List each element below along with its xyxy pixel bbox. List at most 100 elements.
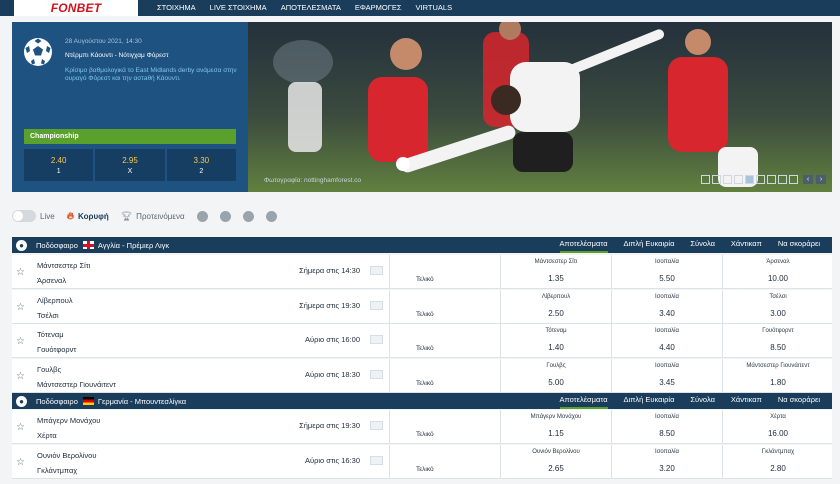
- tab-totals[interactable]: Σύνολα: [682, 237, 723, 253]
- odd-cell-away[interactable]: Γκλάντμπαχ 2.80: [722, 445, 833, 479]
- away-team: Άρσεναλ: [37, 276, 67, 285]
- carousel-dot-active[interactable]: [745, 175, 754, 184]
- tab-totals[interactable]: Σύνολα: [682, 393, 723, 409]
- outcome-name: Ισοπαλία: [655, 328, 679, 334]
- odd-value: 2.95: [122, 155, 138, 165]
- outcome-name: Ουνιόν Βερολίνου: [532, 449, 580, 455]
- nav-item-virtuals[interactable]: VIRTUALS: [409, 0, 460, 16]
- match-row[interactable]: ☆ Τότεναμ Γουότφορντ Αύριο στις 16:00 Τε…: [12, 324, 832, 358]
- tab-results[interactable]: Αποτελέσματα: [552, 237, 616, 253]
- divider: [389, 410, 390, 444]
- odd-cell-away[interactable]: Άρσεναλ 10.00: [722, 255, 833, 289]
- tennis-ball-icon[interactable]: [242, 210, 254, 222]
- hero-odd-away[interactable]: 3.30 2: [166, 149, 236, 181]
- odd-cell-away[interactable]: Τσέλσι 3.00: [722, 290, 833, 324]
- nav-item-apps[interactable]: ΕΦΑΡΜΟΓΕΣ: [348, 0, 409, 16]
- favorite-star-icon[interactable]: ☆: [16, 268, 25, 278]
- odd-cell-draw[interactable]: Ισοπαλία 8.50: [611, 410, 722, 444]
- tab-double-chance[interactable]: Διπλή Ευκαιρία: [616, 237, 683, 253]
- nav-item-results[interactable]: ΑΠΟΤΕΛΕΣΜΑΤΑ: [274, 0, 348, 16]
- odd-cell-draw[interactable]: Ισοπαλία 5.50: [611, 255, 722, 289]
- match-row[interactable]: ☆ Μάντσεστερ Σίτι Άρσεναλ Σήμερα στις 14…: [12, 255, 832, 289]
- carousel-dot[interactable]: [789, 175, 798, 184]
- odd-cell-draw[interactable]: Ισοπαλία 3.45: [611, 359, 722, 393]
- hero-banner[interactable]: 28 Αυγούστου 2021, 14:30 Ντέρμπι Κάουντι…: [12, 22, 832, 192]
- filter-bar: Live 🔥︎ Κορυφή 🏆︎ Προτεινόμενα: [12, 207, 277, 225]
- odd-cell-draw[interactable]: Ισοπαλία 3.20: [611, 445, 722, 479]
- stats-icon[interactable]: [370, 421, 383, 430]
- match-row[interactable]: ☆ Μπάγερν Μονάχου Χέρτα Σήμερα στις 19:3…: [12, 410, 832, 444]
- favorite-star-icon[interactable]: ☆: [16, 423, 25, 433]
- odd-cell-home[interactable]: Μάντσεστερ Σίτι 1.35: [500, 255, 611, 289]
- odd-cell-home[interactable]: Τότεναμ 1.40: [500, 324, 611, 358]
- hero-odds: 2.40 1 2.95 X 3.30 2: [24, 149, 236, 181]
- tab-results[interactable]: Αποτελέσματα: [552, 393, 616, 409]
- stats-icon[interactable]: [370, 335, 383, 344]
- match-time: Αύριο στις 16:30: [304, 456, 360, 465]
- live-toggle[interactable]: [12, 210, 36, 222]
- outcome-odd: 1.80: [770, 378, 786, 387]
- odd-cell-draw[interactable]: Ισοπαλία 3.40: [611, 290, 722, 324]
- featured-filter[interactable]: 🏆︎ Προτεινόμενα: [121, 211, 185, 222]
- favorite-star-icon[interactable]: ☆: [16, 303, 25, 313]
- carousel-prev-icon[interactable]: ‹: [803, 175, 813, 184]
- outcome-odd: 5.00: [548, 378, 564, 387]
- outcome-odd: 10.00: [767, 274, 789, 283]
- stats-icon[interactable]: [370, 266, 383, 275]
- top-navigation-bar: FONBET ΣΤΟΙΧΗΜΑ LIVE ΣΤΟΙΧΗΜΑ ΑΠΟΤΕΛΕΣΜΑ…: [0, 0, 840, 16]
- odd-cell-away[interactable]: Χέρτα 16.00: [722, 410, 833, 444]
- outcome-name: Τσέλσι: [769, 294, 787, 300]
- match-row[interactable]: ☆ Λίβερπουλ Τσέλσι Σήμερα στις 19:30 Τελ…: [12, 290, 832, 324]
- league-sport: Ποδόσφαιρο: [36, 240, 78, 250]
- odd-cell-draw[interactable]: Ισοπαλία 4.40: [611, 324, 722, 358]
- odd-cell-home[interactable]: Γουλβς 5.00: [500, 359, 611, 393]
- odd-cell-away[interactable]: Γουότφορντ 8.50: [722, 324, 833, 358]
- tab-handicap[interactable]: Χάντικαπ: [723, 237, 770, 253]
- match-time: Σήμερα στις 19:30: [299, 421, 360, 430]
- outcome-odd: 1.35: [548, 274, 564, 283]
- fonbet-logo[interactable]: FONBET: [14, 0, 138, 16]
- league-name[interactable]: Αγγλία - Πρέμιερ Λιγκ: [98, 241, 169, 250]
- favorite-star-icon[interactable]: ☆: [16, 372, 25, 382]
- carousel-dot[interactable]: [701, 175, 710, 184]
- carousel-dot[interactable]: [734, 175, 743, 184]
- top-filter[interactable]: 🔥︎ Κορυφή: [67, 211, 109, 222]
- soccer-ball-icon: ●: [16, 239, 27, 251]
- tab-double-chance[interactable]: Διπλή Ευκαιρία: [616, 393, 683, 409]
- hero-odd-draw[interactable]: 2.95 X: [95, 149, 165, 181]
- carousel-next-icon[interactable]: ›: [816, 175, 826, 184]
- hero-match-photo: Φωτογραφία: nottinghamforest.co ‹ ›: [248, 22, 832, 192]
- carousel-dot[interactable]: [767, 175, 776, 184]
- stats-icon[interactable]: [370, 456, 383, 465]
- carousel-dot[interactable]: [778, 175, 787, 184]
- carousel-dot[interactable]: [756, 175, 765, 184]
- nav-item-live-betting[interactable]: LIVE ΣΤΟΙΧΗΜΑ: [203, 0, 274, 16]
- hero-odd-home[interactable]: 2.40 1: [24, 149, 94, 181]
- odd-cell-home[interactable]: Λίβερπουλ 2.50: [500, 290, 611, 324]
- odd-cell-home[interactable]: Ουνιόν Βερολίνου 2.65: [500, 445, 611, 479]
- odd-cell-away[interactable]: Μάντσεστερ Γιουνάιτεντ 1.80: [722, 359, 833, 393]
- nav-item-sports-betting[interactable]: ΣΤΟΙΧΗΜΑ: [150, 0, 203, 16]
- soccer-ball-icon[interactable]: [196, 210, 208, 222]
- basketball-icon[interactable]: [219, 210, 231, 222]
- match-time: Σήμερα στις 19:30: [299, 301, 360, 310]
- tab-handicap[interactable]: Χάντικαπ: [723, 393, 770, 409]
- stats-icon[interactable]: [370, 370, 383, 379]
- tab-to-score[interactable]: Να σκοράρει: [770, 393, 828, 409]
- favorite-star-icon[interactable]: ☆: [16, 458, 25, 468]
- stats-icon[interactable]: [370, 301, 383, 310]
- carousel-dot[interactable]: [723, 175, 732, 184]
- divider: [389, 359, 390, 393]
- match-row[interactable]: ☆ Ουνιόν Βερολίνου Γκλάντμπαχ Αύριο στις…: [12, 445, 832, 479]
- favorite-star-icon[interactable]: ☆: [16, 337, 25, 347]
- trophy-icon: 🏆︎: [120, 210, 133, 221]
- live-filter[interactable]: Live: [12, 210, 55, 222]
- tab-to-score[interactable]: Να σκοράρει: [770, 237, 828, 253]
- match-row[interactable]: ☆ Γουλβς Μάντσεστερ Γιουνάιτεντ Αύριο στ…: [12, 359, 832, 393]
- volleyball-icon[interactable]: [265, 210, 277, 222]
- carousel-dot[interactable]: [712, 175, 721, 184]
- odd-cell-home[interactable]: Μπάγερν Μονάχου 1.15: [500, 410, 611, 444]
- league-name[interactable]: Γερμανία - Μπουντεσλίγκα: [98, 397, 186, 406]
- hero-title[interactable]: Ντέρμπι Κάουντι - Νότιγχαμ Φόρεστ: [65, 52, 169, 59]
- outcome-odd: 1.15: [548, 429, 564, 438]
